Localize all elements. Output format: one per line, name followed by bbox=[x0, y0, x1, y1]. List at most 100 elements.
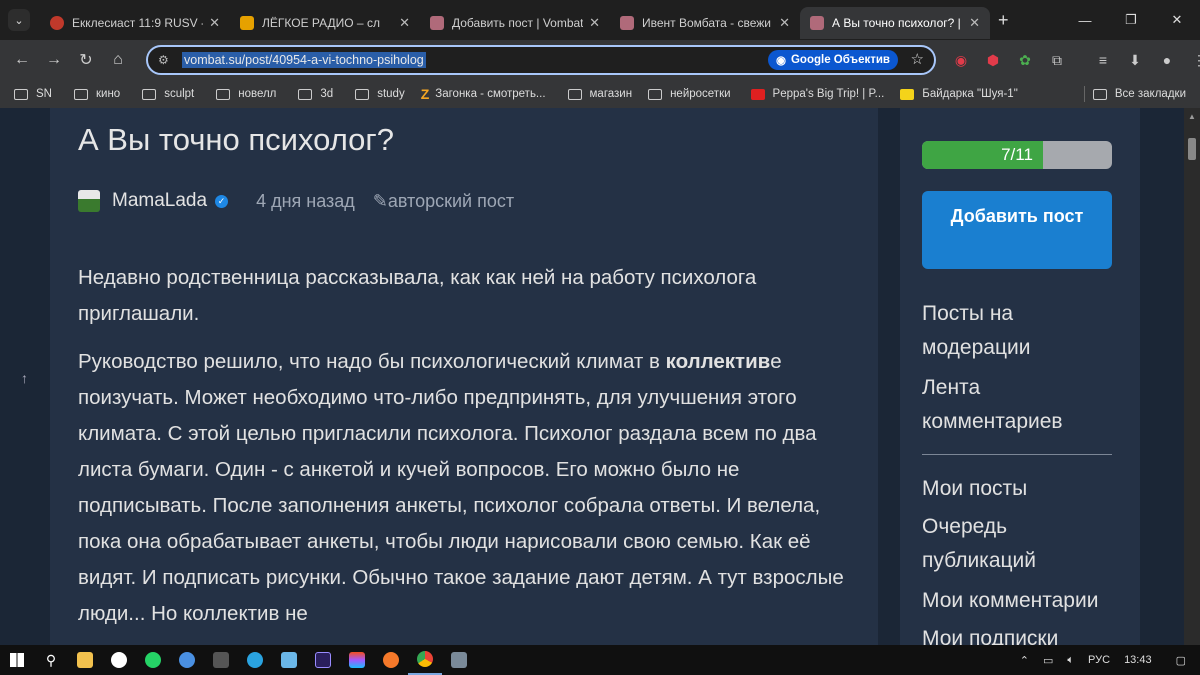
bookmark-folder[interactable]: нейросетки bbox=[648, 88, 731, 100]
sidebar-link-my-posts[interactable]: Мои посты bbox=[922, 472, 1122, 506]
forward-arrow-icon[interactable]: → bbox=[38, 44, 70, 76]
page-scrollbar[interactable]: ▲ bbox=[1184, 108, 1200, 645]
minimize-icon[interactable]: — bbox=[1062, 0, 1108, 40]
search-icon[interactable]: ⚲ bbox=[34, 645, 68, 675]
app-icon[interactable] bbox=[272, 645, 306, 675]
tab-4-favicon-icon bbox=[810, 16, 824, 30]
post-time: 4 дня назад bbox=[256, 190, 355, 211]
bookmark-folder[interactable]: sculpt bbox=[142, 88, 194, 100]
sidebar-link-comments-feed[interactable]: Лента комментариев bbox=[922, 371, 1122, 439]
market-icon bbox=[900, 88, 915, 100]
tab-close-icon[interactable]: ✕ bbox=[399, 15, 410, 31]
site-settings-icon[interactable]: ⚙ bbox=[158, 53, 180, 67]
folder-icon bbox=[298, 88, 313, 100]
post-tag[interactable]: ✎авторский пост bbox=[373, 191, 514, 212]
tab-0[interactable]: Екклесиаст 11:9 RUSV - Е ✕ bbox=[40, 7, 230, 39]
bookmark-link[interactable]: Z Загонка - смотреть... bbox=[421, 86, 546, 102]
progress-text: 7/11 bbox=[1001, 145, 1033, 164]
chromium-icon[interactable] bbox=[170, 645, 204, 675]
volume-icon[interactable]: 🔈︎ bbox=[1067, 654, 1074, 667]
tab-search-chevron-icon[interactable]: ⌄ bbox=[8, 9, 30, 31]
bookmark-folder[interactable]: SN bbox=[14, 88, 52, 100]
close-window-icon[interactable]: ✕ bbox=[1154, 0, 1200, 40]
tab-close-icon[interactable]: ✕ bbox=[209, 15, 220, 31]
extension-icons: ◉ ⬢ ✿ ⧉ ≡ ⬇ ● ⋮ bbox=[945, 45, 1200, 75]
sidebar-divider bbox=[922, 454, 1112, 455]
telegram-icon[interactable] bbox=[238, 645, 272, 675]
bookmark-star-icon[interactable]: ☆ bbox=[911, 50, 924, 68]
tray-chevron-icon[interactable]: ⌃ bbox=[1020, 654, 1029, 667]
tab-close-icon[interactable]: ✕ bbox=[969, 15, 980, 31]
tab-3-favicon-icon bbox=[620, 16, 634, 30]
system-tray: ⌃ ▭ 🔈︎ РУС 13:43 ▢ bbox=[1020, 645, 1200, 675]
bookmark-link[interactable]: Peppa's Big Trip! | P... bbox=[750, 88, 884, 100]
scroll-to-top-arrow-icon[interactable]: ↑ bbox=[21, 370, 28, 386]
record-extension-icon[interactable]: ◉ bbox=[945, 52, 977, 69]
sidebar-link-my-comments[interactable]: Мои комментарии bbox=[922, 584, 1122, 618]
add-post-button[interactable]: Добавить пост bbox=[922, 191, 1112, 269]
sidebar-link-moderation[interactable]: Посты на модерации bbox=[922, 297, 1122, 365]
google-lens-button[interactable]: ◉ Google Объектив bbox=[767, 50, 898, 70]
profile-avatar-icon[interactable]: ● bbox=[1151, 52, 1183, 68]
adblock-extension-icon[interactable]: ⬢ bbox=[977, 52, 1009, 69]
url-text[interactable]: vombat.su/post/40954-a-vi-tochno-psiholo… bbox=[182, 52, 426, 68]
bookmark-link[interactable]: Байдарка "Шуя-1" bbox=[900, 88, 1018, 100]
back-arrow-icon[interactable]: ← bbox=[6, 44, 38, 76]
tab-1[interactable]: ЛЁГКОЕ РАДИО – сл ✕ bbox=[230, 7, 420, 39]
screen-app-icon[interactable] bbox=[442, 645, 476, 675]
file-explorer-icon[interactable] bbox=[68, 645, 102, 675]
folder-icon bbox=[1092, 88, 1107, 100]
all-bookmarks-button[interactable]: Все закладки bbox=[1092, 80, 1186, 108]
color-extension-icon[interactable]: ✿ bbox=[1009, 52, 1041, 69]
sidebar-link-queue[interactable]: Очередь публикаций bbox=[922, 510, 1122, 578]
tab-2[interactable]: Добавить пост | Vombat ✕ bbox=[420, 7, 610, 39]
home-icon[interactable]: ⌂ bbox=[102, 44, 134, 76]
puzzle-extensions-icon[interactable]: ⧉ bbox=[1041, 52, 1073, 69]
new-tab-plus-icon[interactable]: + bbox=[998, 10, 1009, 31]
tab-close-icon[interactable]: ✕ bbox=[779, 15, 790, 31]
post-meta: MamaLada ✓ 4 дня назад ✎авторский пост bbox=[78, 188, 514, 214]
address-bar[interactable]: ⚙ vombat.su/post/40954-a-vi-tochno-psiho… bbox=[146, 45, 936, 75]
network-icon[interactable]: ▭ bbox=[1043, 654, 1053, 667]
post-paragraph: Руководство решило, что надо бы психолог… bbox=[78, 350, 844, 625]
blender-icon[interactable] bbox=[374, 645, 408, 675]
window-controls: — ❐ ✕ bbox=[1062, 0, 1200, 40]
bookmark-folder[interactable]: новелл bbox=[216, 88, 276, 100]
language-indicator[interactable]: РУС bbox=[1088, 654, 1110, 666]
tab-3[interactable]: Ивент Вомбата - свежи ✕ bbox=[610, 7, 800, 39]
notifications-icon[interactable]: ▢ bbox=[1176, 654, 1186, 667]
windows-start-icon[interactable] bbox=[0, 645, 34, 675]
figma-icon[interactable] bbox=[340, 645, 374, 675]
author-name-link[interactable]: MamaLada bbox=[112, 190, 207, 212]
bookmark-folder[interactable]: кино bbox=[73, 88, 120, 100]
after-effects-icon[interactable] bbox=[306, 645, 340, 675]
folder-icon bbox=[648, 88, 663, 100]
calculator-icon[interactable] bbox=[204, 645, 238, 675]
pencil-icon: ✎ bbox=[372, 190, 388, 211]
post-paragraph: Недавно родственница рассказывала, как к… bbox=[78, 266, 757, 325]
tab-1-favicon-icon bbox=[240, 16, 254, 30]
author-avatar[interactable] bbox=[78, 190, 100, 212]
bookmark-folder[interactable]: study bbox=[355, 88, 405, 100]
folder-icon bbox=[355, 88, 370, 100]
tab-close-icon[interactable]: ✕ bbox=[589, 15, 600, 31]
download-icon[interactable]: ⬇ bbox=[1119, 52, 1151, 69]
tab-4-active[interactable]: А Вы точно психолог? | ✕ bbox=[800, 7, 990, 39]
reload-icon[interactable]: ↻ bbox=[70, 44, 102, 76]
browser-menu-icon[interactable]: ⋮ bbox=[1183, 52, 1200, 69]
maximize-icon[interactable]: ❐ bbox=[1108, 0, 1154, 40]
windows-taskbar: ⚲ ⌃ ▭ 🔈︎ РУС 13:43 ▢ bbox=[0, 645, 1200, 675]
whatsapp-icon[interactable] bbox=[136, 645, 170, 675]
folder-icon bbox=[216, 88, 231, 100]
bookmark-folder[interactable]: магазин bbox=[567, 88, 632, 100]
bookmark-folder[interactable]: 3d bbox=[298, 88, 333, 100]
yandex-browser-icon[interactable] bbox=[102, 645, 136, 675]
tab-0-favicon-icon bbox=[50, 16, 64, 30]
post-card: А Вы точно психолог? MamaLada ✓ 4 дня на… bbox=[50, 108, 878, 645]
clock[interactable]: 13:43 bbox=[1124, 654, 1152, 666]
sidebar-link-my-subscriptions[interactable]: Мои подписки bbox=[922, 622, 1122, 645]
scroll-up-triangle-icon[interactable]: ▲ bbox=[1188, 112, 1196, 121]
scrollbar-thumb[interactable] bbox=[1188, 138, 1196, 160]
chrome-icon[interactable] bbox=[408, 645, 442, 675]
reading-list-icon[interactable]: ≡ bbox=[1087, 52, 1119, 68]
